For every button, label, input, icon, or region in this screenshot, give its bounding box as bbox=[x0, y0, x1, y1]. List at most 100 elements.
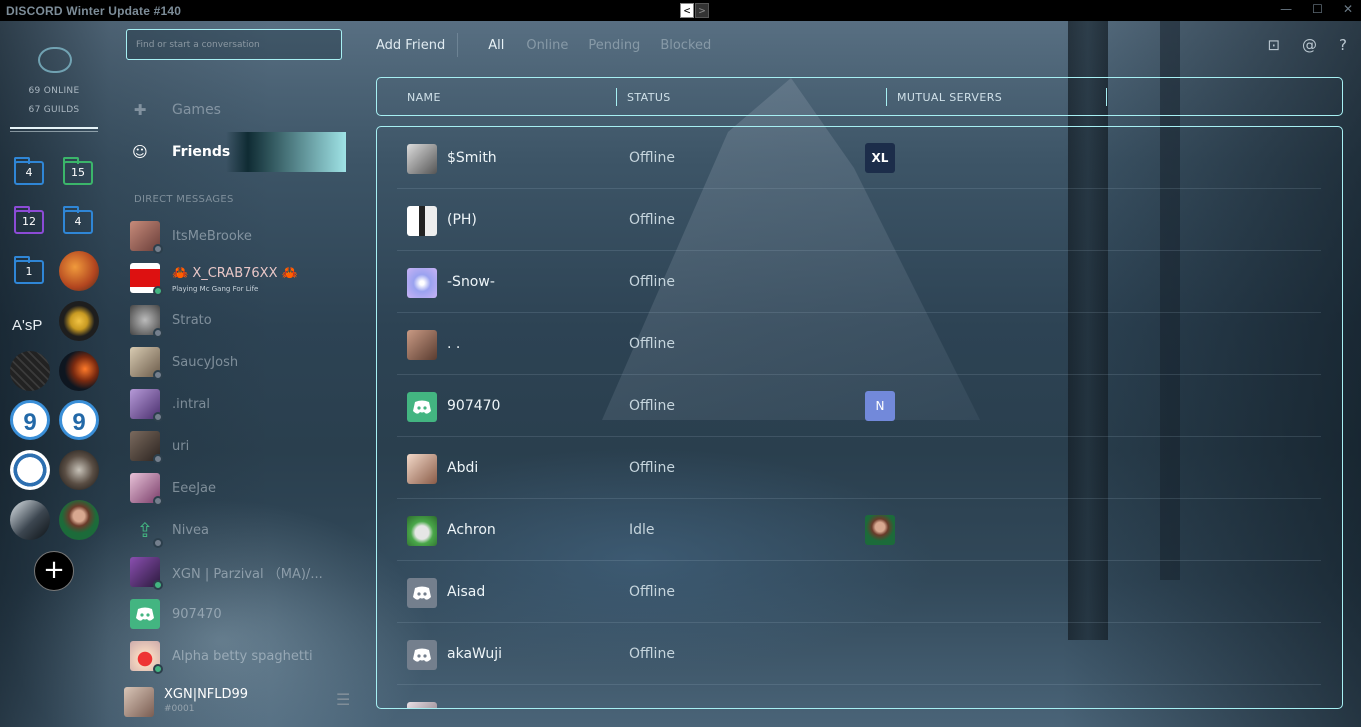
close-button[interactable]: ✕ bbox=[1343, 2, 1353, 16]
back-button[interactable]: < bbox=[680, 3, 694, 18]
guild-divider bbox=[10, 131, 98, 132]
friend-status: Offline bbox=[629, 646, 675, 662]
dm-item[interactable]: 907470 bbox=[130, 596, 360, 632]
mutual-server-icon[interactable] bbox=[865, 515, 895, 545]
guild-icon[interactable]: 9 bbox=[10, 400, 50, 440]
guild-folder[interactable]: 1 bbox=[14, 256, 44, 284]
table-row[interactable]: Achron Idle bbox=[397, 499, 1321, 561]
friend-status: Offline bbox=[629, 212, 675, 228]
table-row[interactable]: (PH) Offline bbox=[397, 189, 1321, 251]
dm-item[interactable]: .intral bbox=[130, 386, 360, 422]
table-row[interactable]: Aisad Offline bbox=[397, 561, 1321, 623]
new-group-dm-icon[interactable]: ⊡ bbox=[1267, 36, 1280, 54]
dm-activity: Playing Mc Gang For Life bbox=[172, 285, 259, 293]
friend-name: . . bbox=[447, 336, 461, 352]
friend-name: -Snow- bbox=[447, 274, 495, 290]
tab-online[interactable]: Online bbox=[526, 38, 568, 53]
friend-name: Abdi bbox=[447, 460, 479, 476]
table-row[interactable]: $Smith Offline XL bbox=[397, 127, 1321, 189]
dm-name: 🦀 X_CRAB76XX 🦀 bbox=[172, 265, 298, 281]
dm-item[interactable]: XGN | Parzival （MA)/... bbox=[130, 554, 360, 590]
guild-folder[interactable]: 15 bbox=[63, 157, 93, 185]
guild-icon[interactable] bbox=[10, 450, 50, 490]
avatar bbox=[130, 221, 163, 254]
settings-menu-icon[interactable]: ☰ bbox=[336, 690, 356, 709]
table-row[interactable]: 907470 Offline N bbox=[397, 375, 1321, 437]
friend-status: Offline bbox=[629, 584, 675, 600]
friend-name: Aisad bbox=[447, 584, 486, 600]
avatar bbox=[130, 263, 163, 296]
dm-item[interactable]: ItsMeBrooke bbox=[130, 218, 360, 254]
discord-icon bbox=[407, 578, 437, 608]
add-friend-button[interactable]: Add Friend bbox=[376, 38, 445, 53]
avatar bbox=[130, 305, 163, 338]
avatar bbox=[130, 431, 163, 464]
guild-icon[interactable] bbox=[59, 500, 99, 540]
guild-asp[interactable]: A'sP bbox=[12, 317, 42, 334]
dm-name: .intral bbox=[172, 396, 211, 412]
table-row[interactable]: . . Offline bbox=[397, 313, 1321, 375]
friends-table-header: NAME STATUS MUTUAL SERVERS bbox=[376, 77, 1343, 116]
dm-item[interactable]: 🦀 X_CRAB76XX 🦀 Playing Mc Gang For Life bbox=[130, 260, 360, 296]
dm-name: EeeJae bbox=[172, 480, 217, 496]
dm-item[interactable]: SaucyJosh bbox=[130, 344, 360, 380]
minimize-button[interactable]: — bbox=[1280, 2, 1292, 16]
dm-item[interactable]: ⇪ Nivea bbox=[130, 512, 360, 548]
avatar bbox=[407, 268, 437, 298]
guild-folder[interactable]: 12 bbox=[14, 206, 44, 234]
col-name[interactable]: NAME bbox=[407, 91, 441, 104]
friend-name: 907470 bbox=[447, 398, 501, 414]
guild-folder[interactable]: 4 bbox=[14, 157, 44, 185]
table-row[interactable]: Abdi Offline bbox=[397, 437, 1321, 499]
guild-icon[interactable] bbox=[59, 450, 99, 490]
col-status[interactable]: STATUS bbox=[627, 91, 671, 104]
friend-name: (PH) bbox=[447, 212, 477, 228]
nav-games[interactable]: ✚ Games bbox=[128, 90, 346, 130]
guild-icon[interactable] bbox=[10, 351, 50, 391]
mentions-icon[interactable]: @ bbox=[1302, 36, 1317, 54]
tab-blocked[interactable]: Blocked bbox=[660, 38, 711, 53]
search-input[interactable]: Find or start a conversation bbox=[126, 29, 342, 60]
guild-icon[interactable] bbox=[59, 301, 99, 341]
avatar bbox=[130, 389, 163, 422]
dm-item[interactable]: Alpha betty spaghetti bbox=[130, 638, 360, 674]
guild-icon[interactable] bbox=[59, 351, 99, 391]
forward-button[interactable]: > bbox=[695, 3, 709, 18]
friend-name: $Smith bbox=[447, 150, 497, 166]
tab-pending[interactable]: Pending bbox=[588, 38, 640, 53]
dm-name: Alpha betty spaghetti bbox=[172, 648, 313, 664]
dm-item[interactable]: Strato bbox=[130, 302, 360, 338]
guild-icon[interactable] bbox=[59, 251, 99, 291]
avatar[interactable] bbox=[124, 687, 154, 717]
mutual-server-icon[interactable]: N bbox=[865, 391, 895, 421]
dm-name: Nivea bbox=[172, 522, 209, 538]
maximize-button[interactable]: ☐ bbox=[1312, 2, 1323, 16]
tab-all[interactable]: All bbox=[488, 38, 504, 53]
window-title: DISCORD Winter Update #140 bbox=[6, 3, 182, 18]
guild-count: 67 GUILDS bbox=[28, 105, 80, 115]
dm-item[interactable]: EeeJae bbox=[130, 470, 360, 506]
guild-folder[interactable]: 4 bbox=[63, 206, 93, 234]
user-panel: XGN|NFLD99 #0001 ☰ bbox=[124, 684, 360, 720]
online-count: 69 ONLINE bbox=[28, 86, 80, 96]
dm-item[interactable]: uri bbox=[130, 428, 360, 464]
table-row[interactable] bbox=[397, 685, 1321, 708]
username: XGN|NFLD99 bbox=[164, 687, 249, 702]
nav-friends[interactable]: ☺ Friends bbox=[128, 132, 346, 172]
add-server-button[interactable]: + bbox=[34, 551, 74, 591]
avatar bbox=[130, 557, 163, 590]
mutual-server-icon[interactable]: XL bbox=[865, 143, 895, 173]
table-row[interactable]: akaWuji Offline bbox=[397, 623, 1321, 685]
chat-bubble-icon bbox=[38, 47, 72, 73]
avatar bbox=[130, 473, 163, 506]
avatar bbox=[407, 702, 437, 708]
help-icon[interactable]: ? bbox=[1339, 36, 1347, 54]
discord-icon bbox=[407, 392, 437, 422]
col-mutual[interactable]: MUTUAL SERVERS bbox=[897, 91, 1002, 104]
friend-status: Offline bbox=[629, 336, 675, 352]
friend-status: Offline bbox=[629, 150, 675, 166]
table-row[interactable]: -Snow- Offline bbox=[397, 251, 1321, 313]
guild-icon[interactable]: 9 bbox=[59, 400, 99, 440]
guild-icon[interactable] bbox=[10, 500, 50, 540]
user-tag: #0001 bbox=[164, 704, 195, 714]
